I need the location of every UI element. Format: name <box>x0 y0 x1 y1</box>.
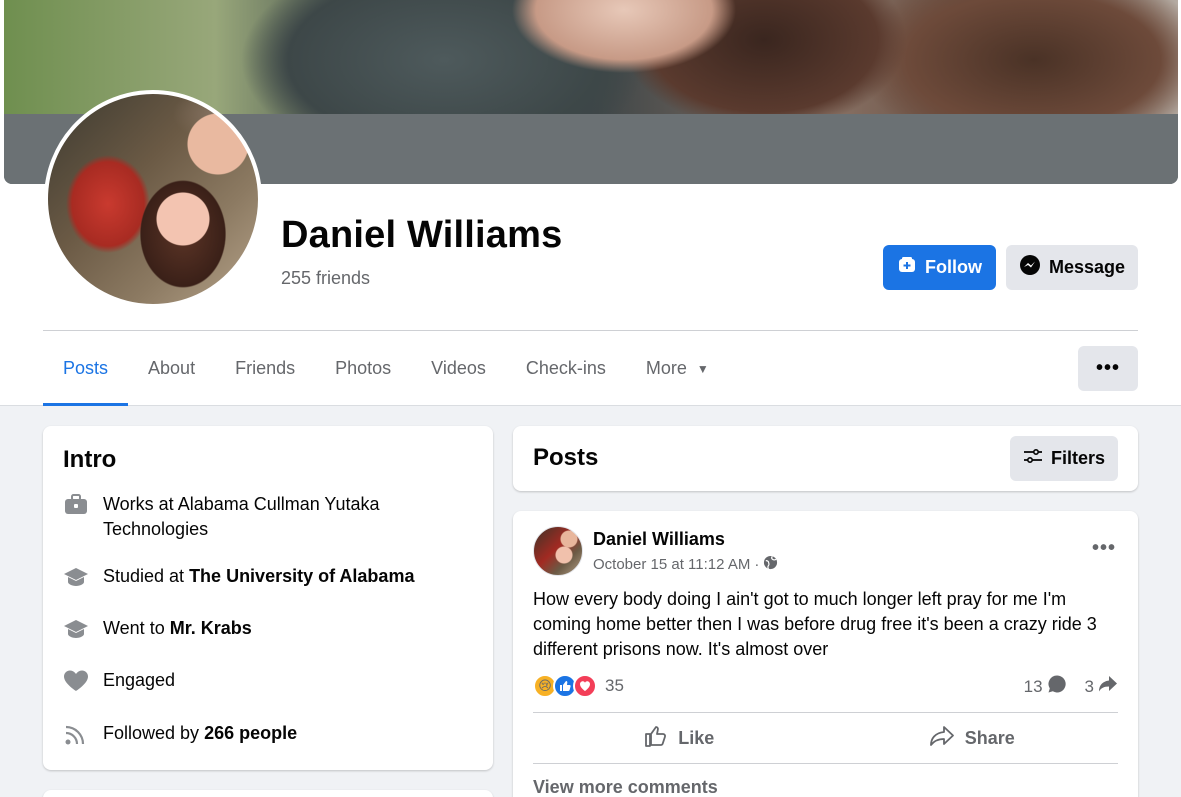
share-button[interactable]: Share <box>826 714 1119 762</box>
like-button[interactable]: Like <box>533 714 826 762</box>
rss-icon <box>63 721 89 747</box>
intro-education-text: Studied at The University of Alabama <box>103 564 414 590</box>
follow-button[interactable]: Follow <box>883 245 996 290</box>
message-button[interactable]: Message <box>1006 245 1138 290</box>
comment-count-value: 13 <box>1023 676 1043 696</box>
tab-friends[interactable]: Friends <box>215 331 315 406</box>
reaction-count: 35 <box>605 676 624 695</box>
filters-label: Filters <box>1050 448 1106 468</box>
share-label: Share <box>964 727 1015 748</box>
post-author-avatar[interactable] <box>533 526 583 576</box>
went-to-link[interactable]: Mr. Krabs <box>170 618 252 638</box>
tab-more[interactable]: More ▼ <box>626 331 729 406</box>
profile-header: Daniel Williams 255 friends Follow Messa… <box>0 0 1181 406</box>
intro-relationship: Engaged <box>63 668 175 694</box>
intro-work: Works at Alabama Cullman Yutaka Technolo… <box>63 492 463 542</box>
love-reaction-icon <box>573 674 597 698</box>
post-divider <box>533 712 1118 713</box>
comments-count[interactable]: 13 <box>1024 674 1067 699</box>
posts-header-card: Posts Filters <box>513 426 1138 491</box>
post-card: Daniel Williams October 15 at 11:12 AM ·… <box>513 511 1138 797</box>
shares-count[interactable]: 3 <box>1085 675 1118 698</box>
intro-education-prefix: Studied at <box>103 566 190 586</box>
intro-went-to: Went to Mr. Krabs <box>63 616 252 642</box>
follow-label: Follow <box>925 257 982 277</box>
post-options-button[interactable]: ••• <box>1092 537 1116 560</box>
tab-label: About <box>148 358 196 378</box>
graduation-cap-icon <box>63 564 89 590</box>
profile-tabs: Posts About Friends Photos Videos Check-… <box>43 331 729 406</box>
ellipsis-icon: ••• <box>1095 357 1120 379</box>
post-stats: 13 3 <box>1024 674 1118 699</box>
heart-icon <box>63 668 89 694</box>
post-meta: October 15 at 11:12 AM · <box>593 555 778 574</box>
intro-title: Intro <box>63 446 117 473</box>
photos-card <box>43 790 493 797</box>
intro-followers-text: Followed by 266 people <box>103 721 297 747</box>
tab-label: Check-ins <box>525 358 606 378</box>
profile-avatar[interactable] <box>44 90 262 308</box>
post-text: How every body doing I ain't got to much… <box>533 589 1097 659</box>
like-label: Like <box>678 727 715 748</box>
tab-videos[interactable]: Videos <box>411 331 506 406</box>
reactions-summary[interactable]: 😢 35 <box>533 674 624 698</box>
follow-icon <box>897 255 917 280</box>
school-link[interactable]: The University of Alabama <box>189 566 414 586</box>
globe-icon <box>763 555 778 574</box>
intro-followers-prefix: Followed by <box>103 723 205 743</box>
profile-name: Daniel Williams <box>281 214 563 256</box>
intro-went-prefix: Went to <box>103 618 170 638</box>
posts-title: Posts <box>533 444 599 471</box>
graduation-cap-icon <box>63 616 89 642</box>
comment-bubble-icon <box>1047 674 1067 699</box>
followers-link[interactable]: 266 people <box>204 723 297 743</box>
tab-check-ins[interactable]: Check-ins <box>506 331 626 406</box>
intro-card: Intro Works at Alabama Cullman Yutaka Te… <box>43 426 493 770</box>
tab-photos[interactable]: Photos <box>315 331 411 406</box>
share-count-value: 3 <box>1084 676 1094 696</box>
tab-label: Photos <box>335 358 392 378</box>
post-meta-separator: · <box>754 556 760 573</box>
message-label: Message <box>1048 257 1126 277</box>
caret-down-icon: ▼ <box>696 361 709 376</box>
tab-label: Posts <box>63 358 109 378</box>
tab-label: Friends <box>235 358 296 378</box>
tab-label: More <box>645 358 687 378</box>
thumbs-up-icon <box>644 724 668 753</box>
view-more-comments-link[interactable]: View more comments <box>533 777 718 797</box>
share-icon <box>929 725 955 752</box>
more-options-button[interactable]: ••• <box>1078 346 1138 391</box>
intro-work-text: Works at Alabama Cullman Yutaka Technolo… <box>103 494 380 539</box>
post-author-name[interactable]: Daniel Williams <box>593 529 725 550</box>
post-timestamp[interactable]: October 15 at 11:12 AM <box>593 556 750 573</box>
tab-label: Videos <box>431 358 486 378</box>
intro-relationship-text: Engaged <box>103 670 176 690</box>
filters-icon <box>1023 448 1043 469</box>
briefcase-icon <box>63 492 89 518</box>
tab-posts[interactable]: Posts <box>43 331 129 406</box>
share-arrow-icon <box>1098 675 1118 698</box>
friends-count[interactable]: 255 friends <box>281 268 370 289</box>
post-divider <box>533 763 1118 764</box>
tab-about[interactable]: About <box>128 331 215 406</box>
intro-education: Studied at The University of Alabama <box>63 564 414 590</box>
intro-followers: Followed by 266 people <box>63 721 297 747</box>
post-actions: Like Share <box>533 714 1118 762</box>
filters-button[interactable]: Filters <box>1010 436 1118 481</box>
intro-went-text: Went to Mr. Krabs <box>103 616 252 642</box>
messenger-icon <box>1019 254 1041 281</box>
ellipsis-icon: ••• <box>1091 537 1116 559</box>
